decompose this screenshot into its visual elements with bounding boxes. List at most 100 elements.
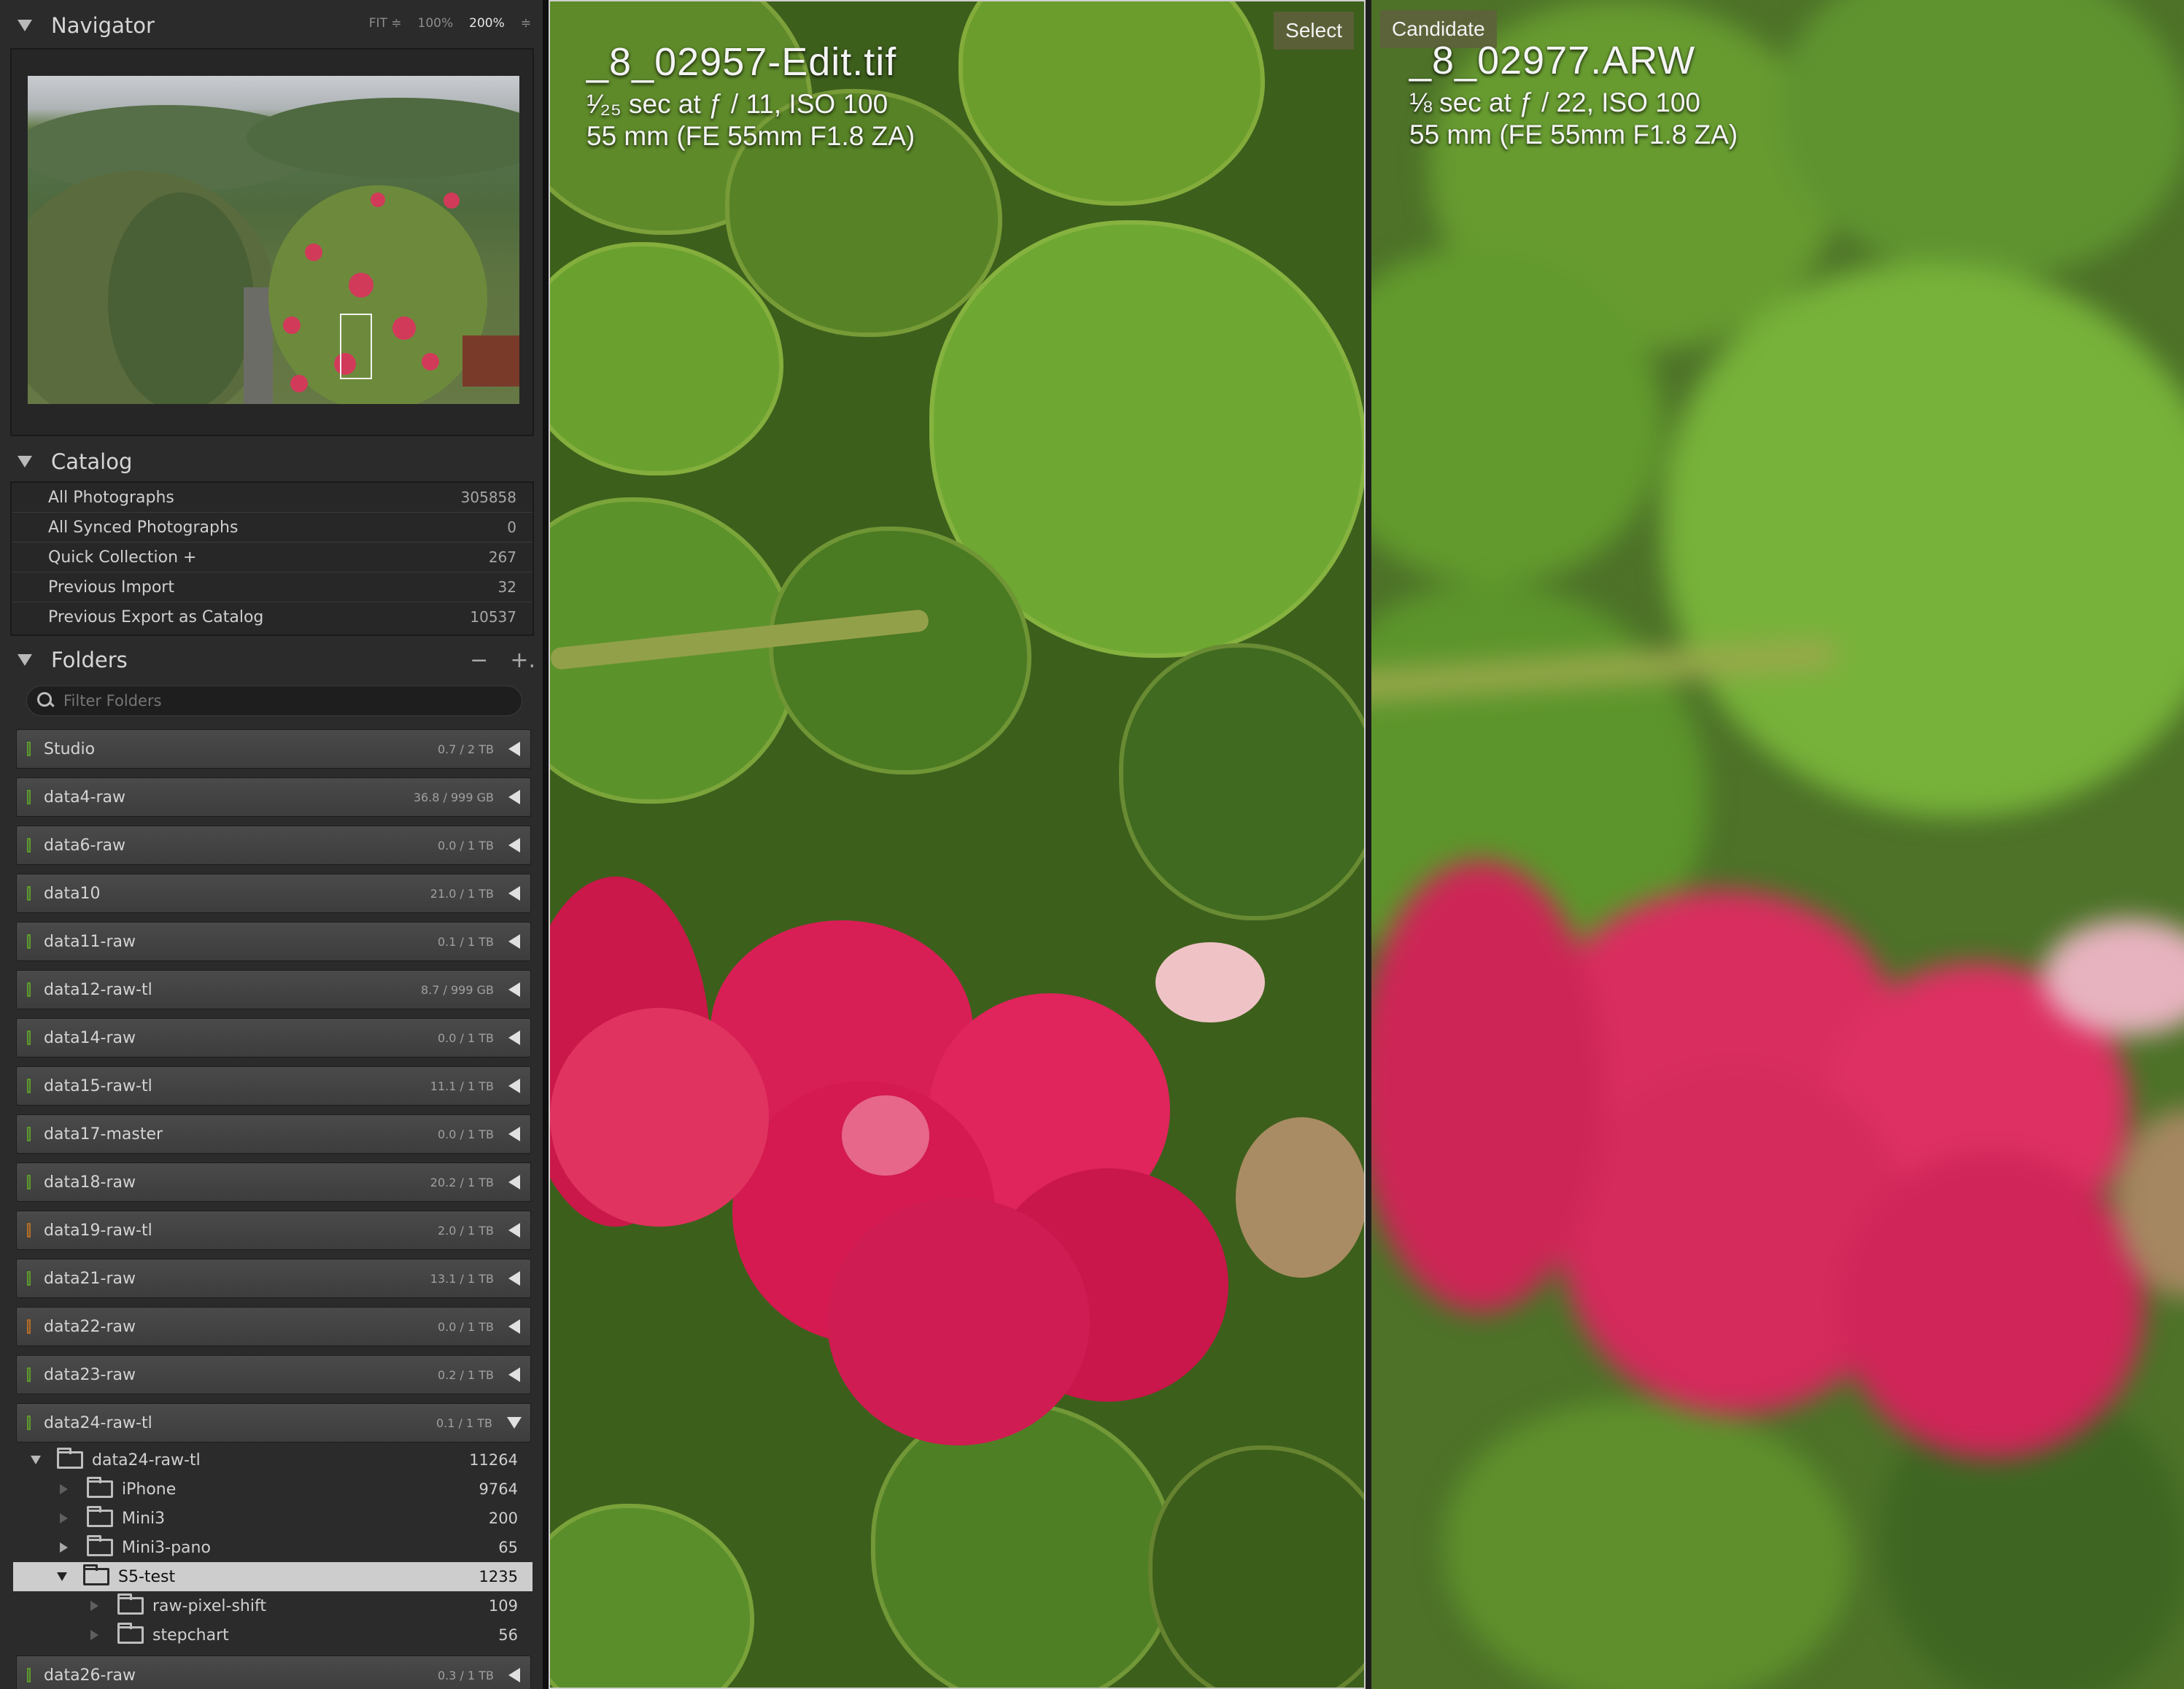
volume-row[interactable]: data4-raw 36.8 / 999 GB <box>16 777 531 817</box>
volume-row[interactable]: data11-raw 0.1 / 1 TB <box>16 922 531 961</box>
volume-capacity: 0.7 / 2 TB <box>437 742 494 756</box>
filter-folders-input[interactable] <box>62 691 473 710</box>
volume-row[interactable]: data12-raw-tl 8.7 / 999 GB <box>16 970 531 1009</box>
volume-row[interactable]: data18-raw 20.2 / 1 TB <box>16 1162 531 1202</box>
volume-row[interactable]: data26-raw 0.3 / 1 TB <box>16 1655 531 1689</box>
collapse-arrow-icon[interactable] <box>508 1319 520 1334</box>
select-filename: _8_02957-Edit.tif <box>586 40 897 84</box>
remove-folder-button[interactable]: − <box>470 648 488 673</box>
select-lens: 55 mm (FE 55mm F1.8 ZA) <box>586 121 915 151</box>
disclosure-triangle-icon[interactable] <box>18 456 32 467</box>
select-photo-pane[interactable]: Select _8_02957-Edit.tif ¹⁄₂₅ sec at ƒ /… <box>549 0 1366 1689</box>
collapse-arrow-icon[interactable] <box>508 1223 520 1238</box>
volume-name: data26-raw <box>44 1666 136 1685</box>
volume-row[interactable]: data24-raw-tl 0.1 / 1 TB <box>16 1403 531 1443</box>
collapse-arrow-icon[interactable] <box>508 790 520 804</box>
folder-row[interactable]: Mini3-pano 65 <box>13 1533 533 1562</box>
expand-triangle-icon[interactable] <box>90 1601 98 1611</box>
panel-divider[interactable] <box>543 0 549 1689</box>
volume-capacity: 0.0 / 1 TB <box>437 1127 494 1141</box>
collapse-arrow-icon[interactable] <box>508 1079 520 1093</box>
volume-led-icon <box>27 742 31 756</box>
collapse-arrow-icon[interactable] <box>508 1367 520 1382</box>
volume-row[interactable]: data14-raw 0.0 / 1 TB <box>16 1018 531 1057</box>
folder-row[interactable]: stepchart 56 <box>13 1620 533 1650</box>
volume-name: data19-raw-tl <box>44 1221 152 1240</box>
volume-led-icon <box>27 934 31 949</box>
folder-row[interactable]: Mini3 200 <box>13 1504 533 1533</box>
add-folder-button[interactable]: +. <box>510 648 535 673</box>
folder-icon <box>117 1623 144 1644</box>
zoom-custom-stepper[interactable]: ≑ <box>521 16 531 31</box>
folders-header[interactable]: Folders <box>0 634 543 686</box>
volume-led-icon <box>27 982 31 997</box>
volume-capacity: 21.0 / 1 TB <box>430 886 494 901</box>
navigator-zoom-rect[interactable] <box>340 314 372 379</box>
catalog-item[interactable]: Previous Export as Catalog 10537 <box>12 602 533 632</box>
volume-row[interactable]: data22-raw 0.0 / 1 TB <box>16 1307 531 1346</box>
catalog-item[interactable]: All Photographs 305858 <box>12 483 533 513</box>
volume-capacity: 8.7 / 999 GB <box>420 982 494 997</box>
disclosure-triangle-icon[interactable] <box>31 1456 41 1464</box>
collapse-arrow-icon[interactable] <box>508 1127 520 1141</box>
folder-row[interactable]: raw-pixel-shift 109 <box>13 1591 533 1620</box>
disclosure-triangle-icon[interactable] <box>57 1572 67 1581</box>
volume-name: data11-raw <box>44 932 136 951</box>
expand-triangle-icon[interactable] <box>60 1513 68 1523</box>
navigator-thumbnail[interactable] <box>28 76 519 404</box>
volume-name: data21-raw <box>44 1269 136 1288</box>
volume-row[interactable]: data15-raw-tl 11.1 / 1 TB <box>16 1066 531 1106</box>
volume-led-icon <box>27 1668 31 1682</box>
collapse-arrow-icon[interactable] <box>508 838 520 853</box>
volume-capacity: 20.2 / 1 TB <box>430 1175 494 1189</box>
folder-count: 200 <box>488 1510 518 1527</box>
volume-row[interactable]: data19-raw-tl 2.0 / 1 TB <box>16 1211 531 1250</box>
search-icon[interactable] <box>37 692 55 710</box>
volume-led-icon <box>27 1271 31 1286</box>
collapse-arrow-icon[interactable] <box>508 742 520 756</box>
candidate-photo-pane[interactable]: Candidate _8_02977.ARW ⅛ sec at ƒ / 22, … <box>1371 0 2184 1689</box>
collapse-arrow-icon[interactable] <box>508 1175 520 1189</box>
zoom-100[interactable]: 100% <box>418 16 454 31</box>
catalog-item-count: 305858 <box>460 489 516 506</box>
disclosure-triangle-icon[interactable] <box>18 20 32 31</box>
volume-row[interactable]: data6-raw 0.0 / 1 TB <box>16 826 531 865</box>
expand-triangle-icon[interactable] <box>90 1630 98 1640</box>
collapse-arrow-icon[interactable] <box>508 1668 520 1682</box>
zoom-fit[interactable]: FIT ≑ <box>369 16 402 31</box>
collapse-arrow-icon[interactable] <box>508 1030 520 1045</box>
collapse-arrow-icon[interactable] <box>508 886 520 901</box>
catalog-item[interactable]: All Synced Photographs 0 <box>12 513 533 543</box>
catalog-item-label: Quick Collection + <box>48 548 197 567</box>
disclosure-triangle-icon[interactable] <box>18 654 32 666</box>
catalog-item-count: 267 <box>488 548 516 566</box>
folder-count: 56 <box>498 1626 518 1644</box>
folder-icon <box>117 1593 144 1615</box>
volume-row[interactable]: data17-master 0.0 / 1 TB <box>16 1114 531 1154</box>
left-panel: Navigator FIT ≑ 100% 200% ≑ Catalog All … <box>0 0 543 1689</box>
volume-led-icon <box>27 790 31 804</box>
catalog-item[interactable]: Previous Import 32 <box>12 572 533 602</box>
volume-row[interactable]: Studio 0.7 / 2 TB <box>16 729 531 769</box>
candidate-exposure: ⅛ sec at ƒ / 22, ISO 100 <box>1409 88 1701 117</box>
expand-arrow-icon[interactable] <box>507 1417 522 1429</box>
zoom-200[interactable]: 200% <box>469 16 505 31</box>
collapse-arrow-icon[interactable] <box>508 934 520 949</box>
volume-name: data10 <box>44 884 101 903</box>
folder-row[interactable]: iPhone 9764 <box>13 1475 533 1504</box>
catalog-item-label: All Synced Photographs <box>48 518 239 537</box>
volume-row[interactable]: data21-raw 13.1 / 1 TB <box>16 1259 531 1298</box>
volume-row[interactable]: data10 21.0 / 1 TB <box>16 874 531 913</box>
expand-triangle-icon[interactable] <box>60 1542 68 1553</box>
catalog-item-count: 0 <box>507 519 516 536</box>
folder-row[interactable]: data24-raw-tl 11264 <box>13 1445 533 1475</box>
expand-triangle-icon[interactable] <box>60 1484 68 1494</box>
collapse-arrow-icon[interactable] <box>508 1271 520 1286</box>
catalog-item[interactable]: Quick Collection + 267 <box>12 543 533 572</box>
volume-capacity: 13.1 / 1 TB <box>430 1271 494 1286</box>
folder-row-selected[interactable]: S5-test 1235 <box>13 1562 533 1591</box>
volume-row[interactable]: data23-raw 0.2 / 1 TB <box>16 1355 531 1394</box>
collapse-arrow-icon[interactable] <box>508 982 520 997</box>
catalog-header[interactable]: Catalog <box>0 436 543 487</box>
folder-name: data24-raw-tl <box>92 1451 201 1469</box>
